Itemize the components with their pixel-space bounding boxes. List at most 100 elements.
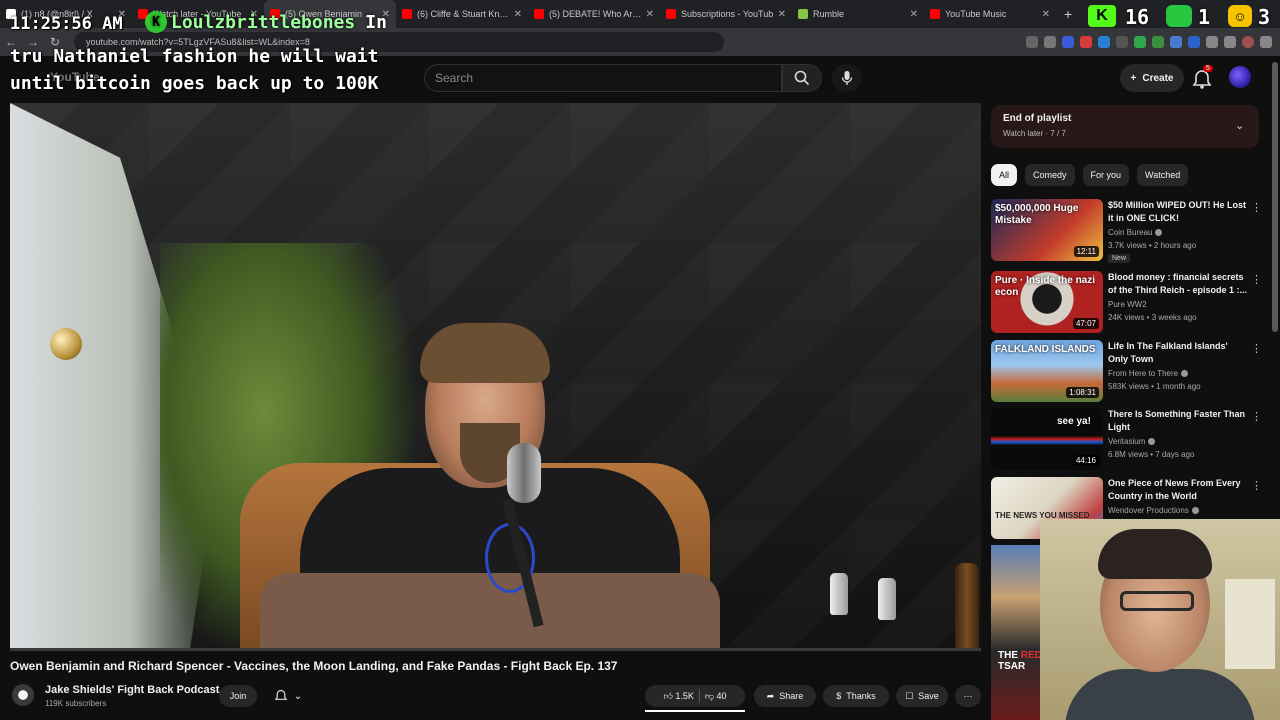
new-tab-icon[interactable]: +: [1056, 6, 1080, 22]
join-button[interactable]: Join: [219, 685, 257, 707]
extension-icon[interactable]: [1098, 36, 1110, 48]
thanks-button[interactable]: $ Thanks: [823, 685, 889, 707]
voice-search-button[interactable]: [832, 64, 862, 92]
duration-badge: 12:11: [1073, 246, 1099, 257]
recommendation-meta: 3.7K views • 2 hours ago: [1108, 241, 1197, 250]
video-microphone: [507, 443, 541, 503]
more-actions-button[interactable]: ⋯: [955, 685, 981, 707]
more-vert-icon[interactable]: ⋮: [1251, 410, 1262, 423]
tab-close-icon[interactable]: ✕: [514, 9, 522, 20]
browser-tab[interactable]: YouTube Music ✕: [924, 0, 1056, 28]
video-person-legs: [260, 573, 720, 650]
additional-thumbnails[interactable]: [991, 545, 1041, 720]
extension-icon[interactable]: [1080, 36, 1092, 48]
video-progress-bar[interactable]: [10, 648, 981, 651]
like-count: 1.5K: [675, 690, 694, 701]
share-button[interactable]: ➦ Share: [754, 685, 816, 707]
more-vert-icon[interactable]: ⋮: [1251, 479, 1262, 492]
webcam-overlay: [1040, 519, 1280, 720]
bookmark-star-icon[interactable]: [1044, 36, 1056, 48]
recommendation-meta: 6.8M views • 7 days ago: [1108, 450, 1195, 459]
extension-icon[interactable]: [1062, 36, 1074, 48]
recommendation-item[interactable]: FALKLAND ISLANDS 1:08:31 Life In The Falk…: [991, 340, 1262, 404]
more-vert-icon[interactable]: ⋮: [1251, 201, 1262, 214]
recommendation-item[interactable]: Pure · Inside the nazi econ 47:07 Blood m…: [991, 271, 1262, 335]
chip-all[interactable]: All: [991, 164, 1018, 186]
kick-viewer-count: 16: [1125, 5, 1150, 29]
browser-tab[interactable]: Rumble ✕: [792, 0, 924, 28]
recommendation-title[interactable]: Blood money : financial secrets of the T…: [1108, 271, 1248, 297]
recommendation-item[interactable]: $50,000,000 Huge Mistake 12:11 $50 Millio…: [991, 199, 1262, 263]
search-icon: [794, 70, 810, 86]
chat-message-start: In: [365, 11, 387, 33]
recommendation-title[interactable]: One Piece of News From Every Country in …: [1108, 477, 1248, 503]
verified-icon: [1148, 438, 1156, 446]
extension-icon[interactable]: [1170, 36, 1182, 48]
thumbs-down-icon: 👎︎: [704, 690, 715, 701]
video-thumbnail[interactable]: see ya! 44:16: [991, 408, 1103, 470]
extension-icon[interactable]: [1116, 36, 1128, 48]
channel-avatar[interactable]: [12, 684, 34, 706]
recommendation-title[interactable]: Life In The Falkland Islands' Only Town: [1108, 340, 1248, 366]
extension-icon[interactable]: [1134, 36, 1146, 48]
video-thumbnail[interactable]: FALKLAND ISLANDS 1:08:31: [991, 340, 1103, 402]
tab-label: YouTube Music: [945, 9, 1007, 19]
recommendation-title[interactable]: $50 Million WIPED OUT! He Lost it in ONE…: [1108, 199, 1248, 225]
video-beer-bottle: [955, 563, 979, 650]
tab-favicon-icon: [402, 9, 412, 19]
recommendation-channel: Pure WW2: [1108, 300, 1147, 309]
save-button[interactable]: ☐ Save: [896, 685, 948, 707]
sidebar-scrollbar[interactable]: [1272, 62, 1278, 332]
chip-watched[interactable]: Watched: [1137, 164, 1189, 186]
microphone-icon: [841, 71, 853, 85]
dislike-button[interactable]: 👎︎ 40: [705, 691, 727, 702]
recommendation-title[interactable]: There Is Something Faster Than Light: [1108, 408, 1248, 434]
chip-for-you[interactable]: For you: [1082, 164, 1130, 186]
search-button[interactable]: [782, 64, 822, 92]
share-label: Share: [779, 691, 804, 701]
channel-name[interactable]: Jake Shields' Fight Back Podcast: [45, 684, 219, 696]
chevron-down-icon[interactable]: ⌄: [1235, 119, 1244, 132]
tab-label: Rumble: [813, 9, 845, 19]
recommendation-channel: Coin Bureau: [1108, 228, 1163, 237]
channel-label: Coin Bureau: [1108, 228, 1153, 237]
browser-tab[interactable]: Subscriptions - YouTub ✕: [660, 0, 792, 28]
browser-tab[interactable]: (5) DEBATE! Who Are th ✕: [528, 0, 660, 28]
extension-icon[interactable]: [1152, 36, 1164, 48]
webcam-person-hair: [1098, 529, 1212, 579]
tab-close-icon[interactable]: ✕: [778, 9, 786, 20]
chip-comedy[interactable]: Comedy: [1025, 164, 1075, 186]
thumbnail-text: Pure · Inside the nazi econ: [995, 275, 1096, 298]
search-placeholder: Search: [435, 71, 474, 85]
like-ratio-bar: [645, 710, 745, 712]
tab-close-icon[interactable]: ✕: [646, 9, 654, 20]
tab-close-icon[interactable]: ✕: [1042, 9, 1050, 20]
share-icon: ➦: [766, 690, 775, 701]
like-button[interactable]: 👍︎ 1.5K: [663, 691, 693, 702]
extension-icon[interactable]: [1188, 36, 1200, 48]
video-thumbnail[interactable]: $50,000,000 Huge Mistake 12:11: [991, 199, 1103, 261]
tab-close-icon[interactable]: ✕: [910, 9, 918, 20]
history-icon[interactable]: [1224, 36, 1236, 48]
create-button[interactable]: + Create: [1120, 64, 1184, 92]
account-avatar[interactable]: [1229, 66, 1251, 88]
channel-label: From Here to There: [1108, 369, 1179, 378]
extensions-puzzle-icon[interactable]: [1206, 36, 1218, 48]
browser-tab[interactable]: (6) Cliffe & Stuart Knech ✕: [396, 0, 528, 28]
search-input[interactable]: Search: [424, 64, 782, 92]
tab-label: (5) DEBATE! Who Are th: [549, 9, 642, 19]
browser-menu-icon[interactable]: [1260, 36, 1272, 48]
recommendation-item[interactable]: see ya! 44:16 There Is Something Faster T…: [991, 408, 1262, 472]
chat-username: Loulzbrittlebones: [171, 11, 356, 33]
stream-clock: 11:25:56 AM: [10, 14, 123, 34]
video-player[interactable]: [10, 103, 981, 650]
profile-avatar-icon[interactable]: [1242, 36, 1254, 48]
playlist-panel-header[interactable]: End of playlist Watch later · 7 / 7 ⌄: [991, 105, 1259, 148]
more-vert-icon[interactable]: ⋮: [1251, 273, 1262, 286]
video-thumbnail[interactable]: Pure · Inside the nazi econ 47:07: [991, 271, 1103, 333]
install-app-icon[interactable]: [1026, 36, 1038, 48]
recommendation-meta: 24K views • 3 weeks ago: [1108, 313, 1197, 322]
subscriber-count: 119K subscribers: [45, 699, 107, 708]
subscription-bell-button[interactable]: ⌄: [266, 685, 310, 707]
more-vert-icon[interactable]: ⋮: [1251, 342, 1262, 355]
